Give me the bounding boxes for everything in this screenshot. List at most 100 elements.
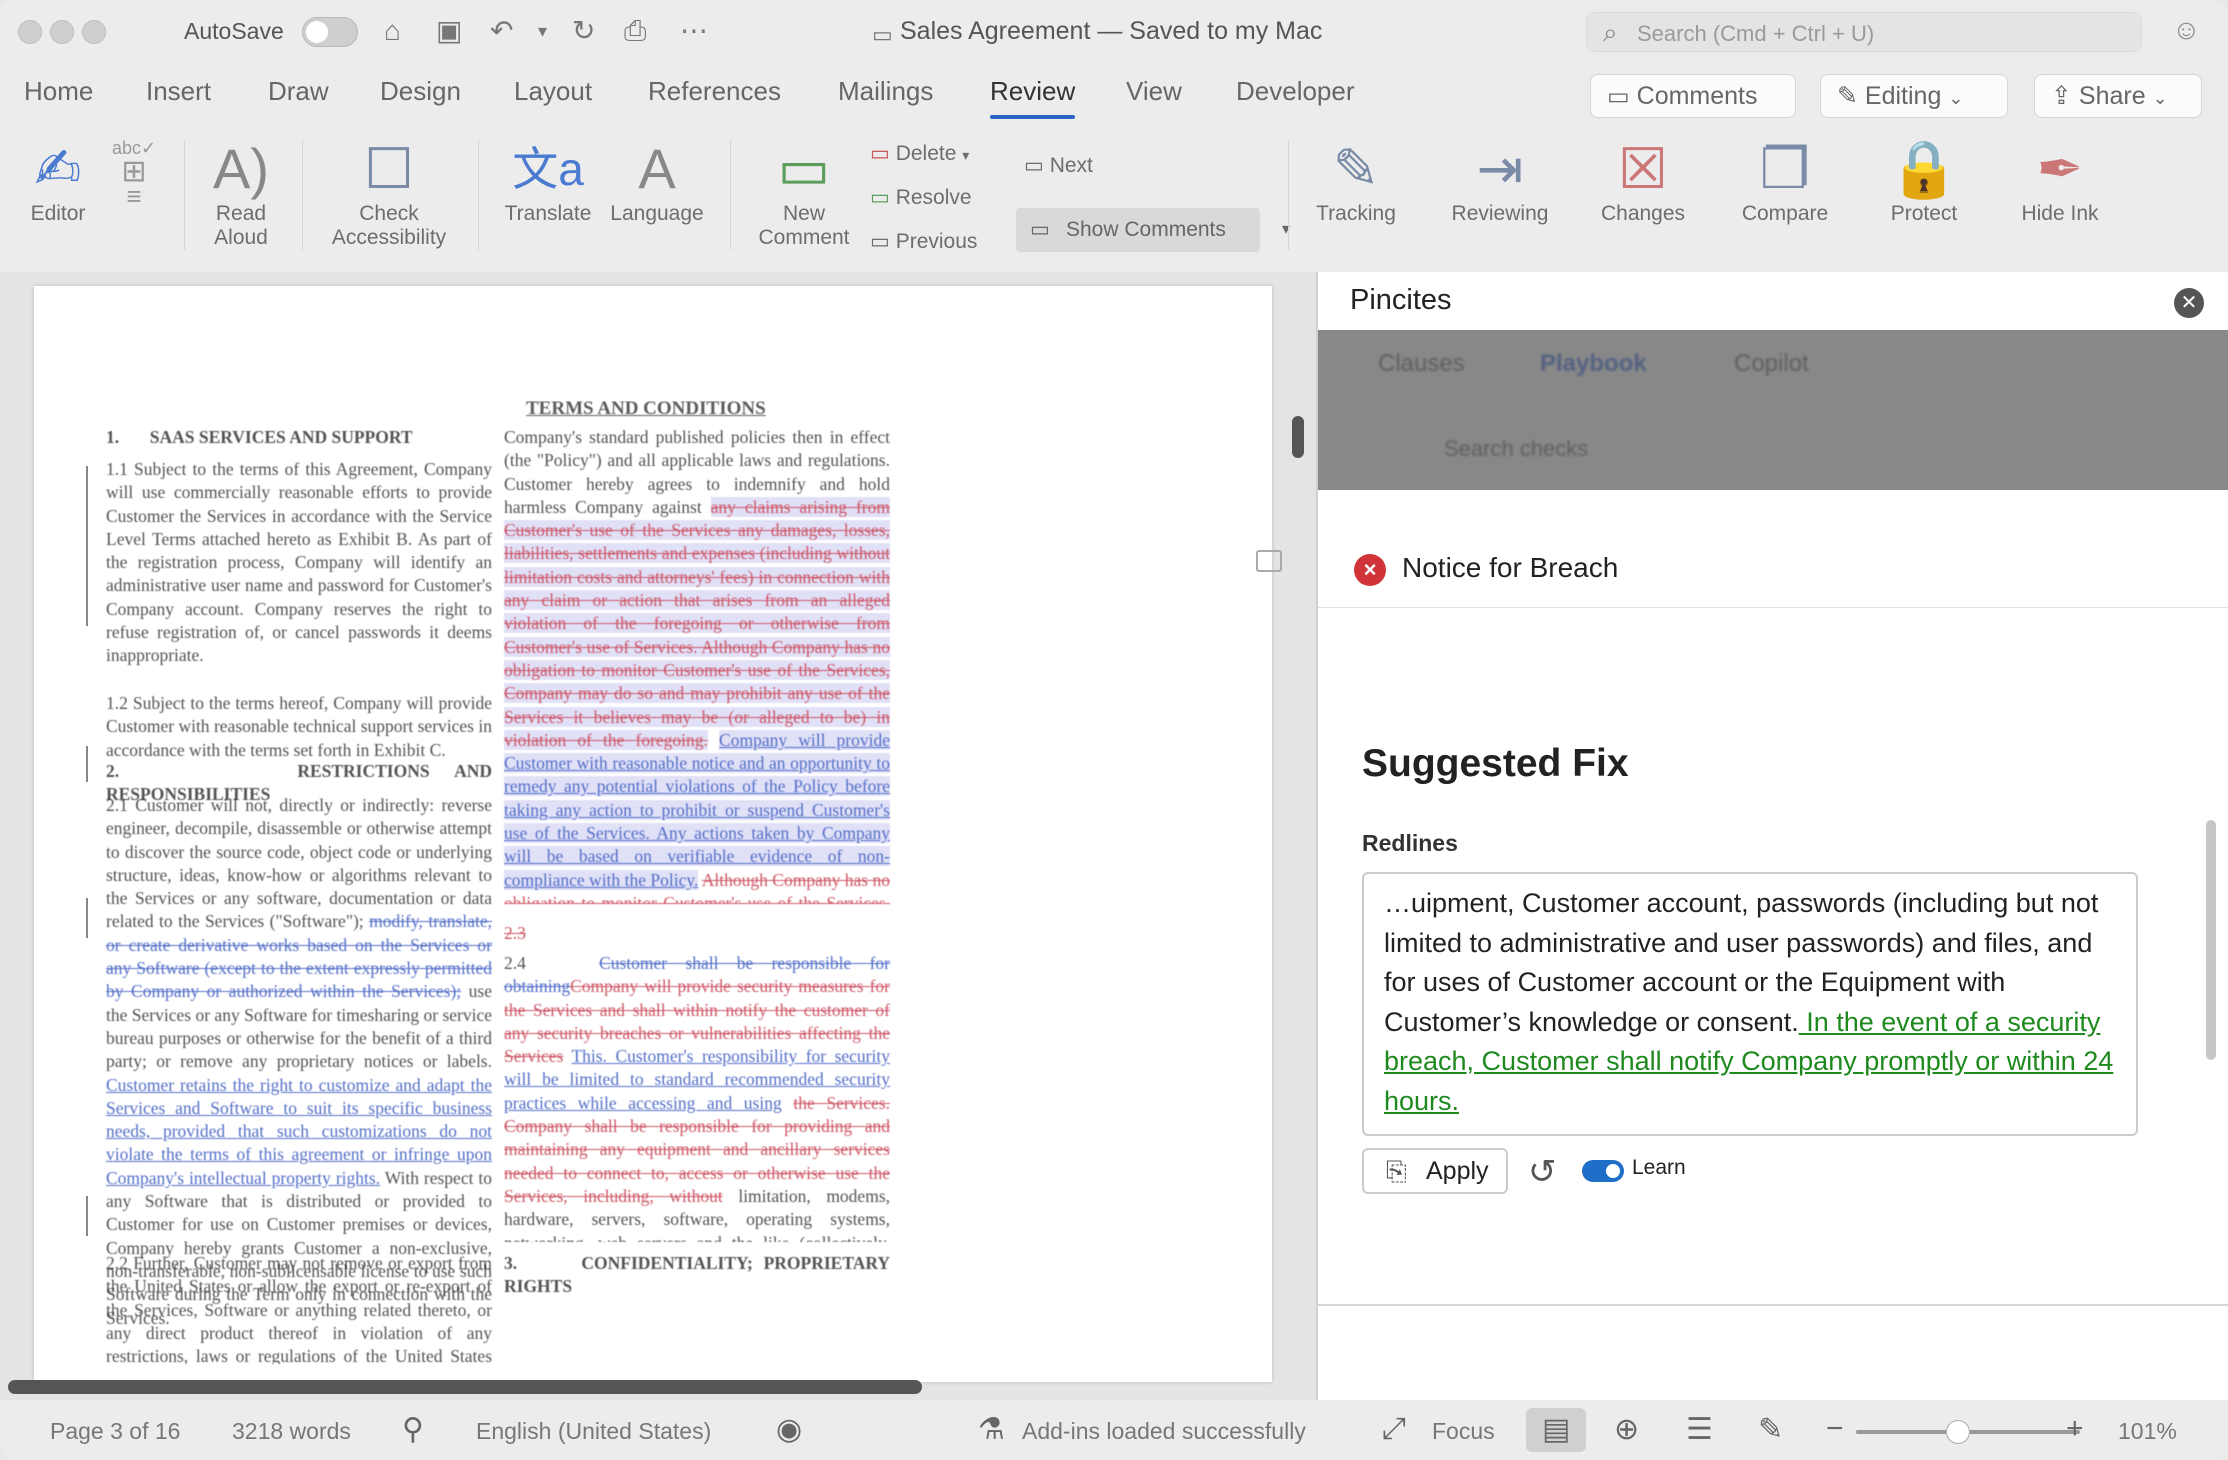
learn-toggle[interactable]: [1582, 1160, 1624, 1182]
zoom-in-icon[interactable]: +: [2066, 1412, 2084, 1446]
protect-button[interactable]: 🔒 Protect: [1874, 136, 1974, 226]
changes-button[interactable]: ☒ Changes: [1588, 136, 1698, 226]
pincites-pane: Pincites ✕ Clauses Playbook Copilot Sear…: [1316, 272, 2228, 1400]
document-vertical-scrollbar[interactable]: [1292, 416, 1304, 458]
reviewing-icon: ⇥: [1476, 137, 1524, 200]
tab-view[interactable]: View: [1126, 76, 1182, 107]
translate-button[interactable]: 文a Translate: [494, 136, 602, 226]
pencil-icon: ✎: [1837, 82, 1858, 110]
tab-clauses[interactable]: Clauses: [1378, 350, 1465, 378]
tab-mailings[interactable]: Mailings: [838, 76, 933, 107]
ribbon-separator: [730, 140, 731, 250]
comments-button[interactable]: ▭ Comments: [1590, 74, 1796, 118]
draft-icon[interactable]: ✎: [1758, 1412, 1783, 1447]
apply-button[interactable]: ⎘ Apply: [1362, 1148, 1508, 1194]
tab-design[interactable]: Design: [380, 76, 461, 107]
addins-icon: ⚗: [978, 1413, 1005, 1446]
tab-insert[interactable]: Insert: [146, 76, 211, 107]
autosave-label: AutoSave: [184, 18, 284, 44]
read-aloud-label-2: Aloud: [214, 226, 268, 249]
editor-label: Editor: [30, 202, 86, 225]
tab-playbook[interactable]: Playbook: [1540, 350, 1647, 378]
document-title[interactable]: Sales Agreement — Saved to my Mac: [900, 17, 1322, 46]
document-page[interactable]: TERMS AND CONDITIONS 1. SAAS SERVICES AN…: [34, 286, 1282, 1382]
next-icon: ▭: [1024, 154, 1044, 177]
delete-comment-icon: ▭: [870, 142, 890, 165]
account-icon[interactable]: ☺: [2172, 14, 2201, 46]
zoom-level[interactable]: 101%: [2118, 1418, 2177, 1445]
tab-layout[interactable]: Layout: [514, 76, 592, 107]
undo-icon[interactable]: ↺: [1528, 1152, 1557, 1192]
chevron-down-icon: ▾: [962, 147, 970, 163]
web-layout-icon[interactable]: ⊕: [1614, 1412, 1639, 1447]
check-row[interactable]: [1318, 490, 2228, 608]
new-comment-button[interactable]: ▭ New Comment: [752, 136, 856, 250]
share-button[interactable]: ⇪ Share ⌄: [2034, 74, 2202, 118]
focus-icon[interactable]: ⤢: [1382, 1412, 1406, 1446]
section-2-number: 2.: [106, 761, 120, 781]
proofing-icon[interactable]: ⚲: [402, 1412, 424, 1447]
show-comments-button[interactable]: Show Comments ▭ ▾: [1016, 208, 1290, 252]
tab-draw[interactable]: Draw: [268, 76, 329, 107]
language-button[interactable]: A Language: [604, 136, 710, 226]
word-window: AutoSave ⌂ ▣ ↶ ▾ ↻ ⎙ ⋯ ▭ Sales Agreement…: [0, 0, 2228, 1460]
hide-ink-label: Hide Ink: [2021, 202, 2099, 225]
hide-ink-button[interactable]: ✒ Hide Ink: [2010, 136, 2110, 226]
zoom-out-icon[interactable]: −: [1826, 1412, 1844, 1446]
paragraph-1-2: 1.2 Subject to the terms hereof, Company…: [106, 693, 492, 760]
reviewing-button[interactable]: ⇥ Reviewing: [1440, 136, 1560, 226]
focus-label[interactable]: Focus: [1432, 1418, 1495, 1445]
search-icon: ⌕: [1603, 17, 1618, 47]
outline-icon[interactable]: ☰: [1686, 1412, 1713, 1447]
minimize-window-button[interactable]: [50, 20, 74, 44]
undo-dropdown-icon[interactable]: ▾: [538, 14, 547, 48]
tab-references[interactable]: References: [648, 76, 781, 107]
resolve-comment-button[interactable]: ▭ Resolve: [870, 186, 972, 210]
editor-button[interactable]: ✍ Editor: [18, 136, 98, 226]
status-bar: Page 3 of 16 3218 words ⚲ English (Unite…: [0, 1400, 2228, 1460]
tab-developer[interactable]: Developer: [1236, 76, 1355, 107]
search-input[interactable]: ⌕ Search (Cmd + Ctrl + U): [1586, 12, 2142, 52]
new-comment-label-2: Comment: [758, 226, 850, 249]
search-checks-input[interactable]: Search checks: [1444, 436, 1588, 462]
editing-button[interactable]: ✎ Editing ⌄: [1820, 74, 2008, 118]
zoom-window-button[interactable]: [82, 20, 106, 44]
delete-comment-button[interactable]: ▭ Delete ▾: [870, 142, 969, 167]
accessibility-status-icon[interactable]: ◉: [776, 1412, 802, 1447]
print-icon[interactable]: ⎙: [624, 14, 646, 48]
read-aloud-label-1: Read: [215, 202, 267, 225]
compare-button[interactable]: ❐ Compare: [1730, 136, 1840, 226]
share-button-label: Share: [2078, 82, 2146, 110]
word-count-icon: ≡: [126, 181, 142, 211]
autosave-toggle[interactable]: [302, 17, 358, 47]
tab-review[interactable]: Review: [990, 76, 1076, 119]
next-comment-button[interactable]: ▭ Next: [1024, 154, 1093, 178]
print-layout-button[interactable]: ▤: [1526, 1408, 1586, 1452]
language-icon: A: [638, 137, 676, 200]
undo-icon[interactable]: ↶: [490, 14, 513, 48]
close-window-button[interactable]: [18, 20, 42, 44]
check-accessibility-button[interactable]: ☐ Check Accessibility: [316, 136, 462, 250]
more-icon[interactable]: ⋯: [680, 14, 708, 48]
tracking-button[interactable]: ✎ Tracking: [1306, 136, 1406, 226]
close-pane-button[interactable]: ✕: [2174, 288, 2204, 318]
comment-marker-icon[interactable]: [1256, 550, 1282, 572]
tab-copilot[interactable]: Copilot: [1734, 350, 1809, 378]
spelling-group[interactable]: abc✓ ⊞ ≡: [104, 136, 164, 211]
save-icon[interactable]: ▣: [436, 14, 462, 48]
pane-scrollbar[interactable]: [2206, 820, 2216, 1060]
section-3-heading: 3. CONFIDENTIALITY; PROPRIETARY RIGHTS: [504, 1252, 890, 1299]
page-count[interactable]: Page 3 of 16: [50, 1418, 180, 1445]
previous-comment-button[interactable]: ▭ Previous: [870, 230, 977, 254]
read-aloud-button[interactable]: A) Read Aloud: [196, 136, 286, 250]
paragraph-2-4: 2.4 Customer shall be responsible for ob…: [504, 952, 890, 1242]
home-icon[interactable]: ⌂: [384, 14, 401, 48]
zoom-slider-thumb[interactable]: [1946, 1420, 1970, 1444]
document-horizontal-scrollbar[interactable]: [8, 1380, 922, 1394]
resolve-label: Resolve: [895, 186, 972, 209]
tab-home[interactable]: Home: [24, 76, 93, 107]
word-count[interactable]: 3218 words: [232, 1418, 351, 1445]
translate-icon: 文a: [512, 143, 584, 195]
language-status[interactable]: English (United States): [476, 1418, 711, 1445]
redo-icon[interactable]: ↻: [572, 14, 595, 48]
